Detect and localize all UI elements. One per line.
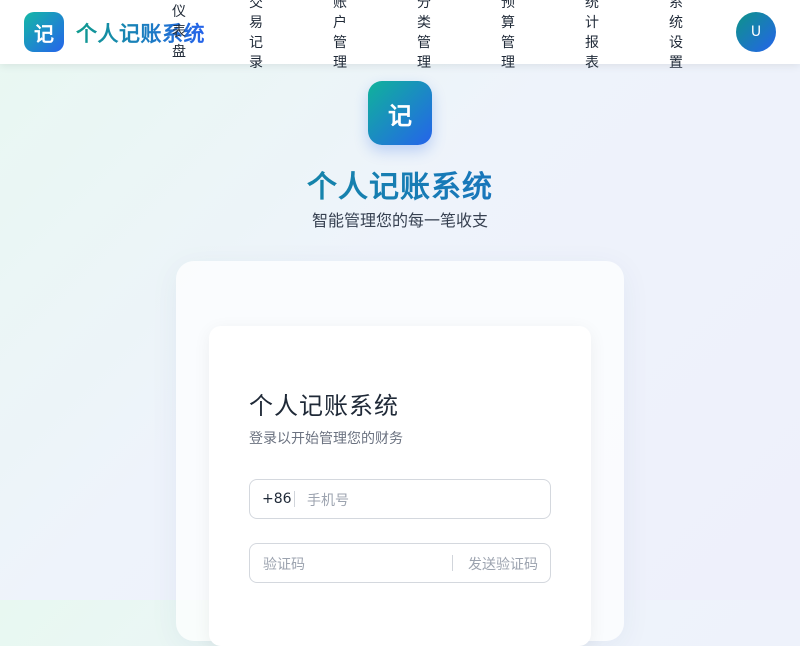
login-subtitle: 登录以开始管理您的财务	[249, 431, 403, 447]
phone-field[interactable]: +86 手机号	[249, 479, 551, 519]
nav-item-budgets[interactable]: 预算管理	[500, 0, 516, 73]
login-title: 个人记账系统	[249, 392, 399, 420]
code-input[interactable]: 验证码	[263, 554, 305, 574]
hero-logo-icon: 记	[368, 81, 432, 145]
hero-subtitle: 智能管理您的每一笔收支	[311, 211, 488, 230]
nav-item-dashboard[interactable]: 仪表盘	[171, 2, 187, 62]
user-avatar[interactable]: U	[736, 12, 776, 52]
nav-item-accounts[interactable]: 账户管理	[332, 0, 348, 73]
nav-item-categories[interactable]: 分类管理	[416, 0, 432, 73]
phone-input[interactable]: 手机号	[307, 490, 349, 510]
prefix-divider	[294, 491, 295, 507]
code-divider	[452, 555, 453, 571]
nav-item-transactions[interactable]: 交易记录	[248, 0, 264, 73]
hero-title: 个人记账系统	[0, 162, 800, 206]
nav-item-reports[interactable]: 统计报表	[584, 0, 600, 73]
top-navigation-bar: 记 个人记账系统 仪表盘 交易记录 账户管理 分类管理 预算管理 统计报表 系统…	[0, 0, 800, 71]
app-logo-icon[interactable]: 记	[24, 12, 64, 52]
verification-code-field[interactable]: 验证码 发送验证码	[249, 543, 551, 583]
send-code-button[interactable]: 发送验证码	[468, 554, 538, 574]
nav-item-settings[interactable]: 系统设置	[668, 0, 684, 73]
country-code-prefix[interactable]: +86	[262, 491, 292, 507]
